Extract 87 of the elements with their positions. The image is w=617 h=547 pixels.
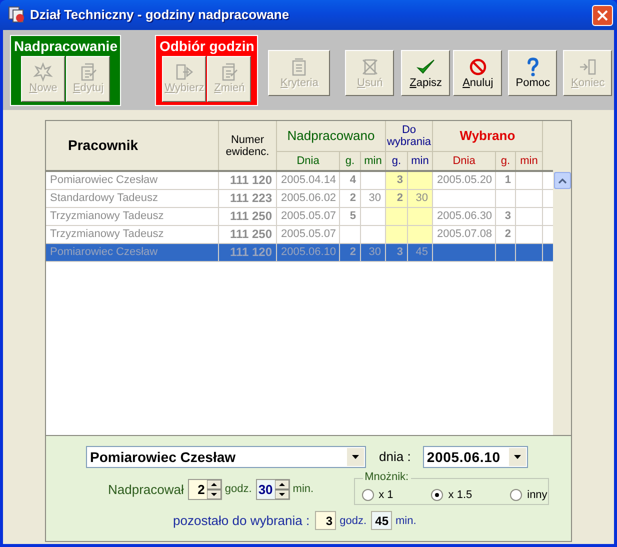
employee-dropdown[interactable]: Pomiarowiec Czesław	[86, 446, 366, 468]
crossed-document-icon	[360, 56, 380, 76]
unit-label: godz.	[224, 482, 252, 498]
table-cell: 1	[504, 174, 511, 186]
table-row[interactable]: Pomiarowiec Czesław 111 120 2005.06.10 2 30 3 45	[46, 244, 553, 262]
toolbar-button[interactable]: Pomoc	[508, 50, 558, 96]
close-icon	[597, 10, 608, 20]
unit-label: min.	[292, 482, 314, 498]
date-dropdown[interactable]: 2005.06.10	[422, 446, 528, 468]
table-cell: 30	[368, 192, 381, 204]
table-cell: 2005.06.02	[281, 192, 336, 204]
group-title: Odbiór godzin	[159, 36, 254, 56]
table-cell: 30	[368, 246, 381, 258]
table-cell: Pomiarowiec Czesław	[50, 246, 158, 258]
column-header: Do wybrania	[386, 121, 433, 151]
spinner-arrows-icon	[274, 480, 289, 499]
prohibited-icon	[468, 56, 488, 76]
scroll-up-button[interactable]	[554, 172, 570, 189]
table-cell: 111 250	[230, 209, 272, 223]
table-cell: 4	[350, 174, 356, 186]
spin-field[interactable]: 2	[188, 479, 222, 500]
radio-option[interactable]: inny	[510, 486, 548, 503]
radio-option[interactable]: x 1	[362, 486, 394, 503]
burst-icon	[33, 62, 54, 82]
table-row[interactable]: Standardowy Tadeusz 111 223 2005.06.02 2 30 2 30	[46, 190, 553, 208]
table-cell: 2005.04.14	[281, 174, 336, 186]
checkmark-icon	[416, 56, 436, 76]
caret-up-icon	[558, 178, 566, 184]
door-arrow-icon	[578, 56, 598, 76]
table-cell: 2	[504, 228, 511, 240]
table-cell: 2	[350, 192, 356, 204]
table-cell: 3	[396, 174, 403, 186]
remaining-hours-field: 3	[314, 511, 336, 530]
spinner-arrows-icon	[206, 480, 221, 499]
remaining-label: pozostało do wybrania :	[173, 512, 310, 530]
table-cell: 30	[416, 192, 428, 204]
radio-button[interactable]	[431, 488, 444, 501]
table-cell: 45	[416, 246, 428, 258]
table-cell: Trzyzmianowy Tadeusz	[50, 228, 164, 240]
table-cell: 5	[350, 210, 356, 222]
remaining-minutes-field: 45	[370, 511, 392, 530]
table-row[interactable]: Pomiarowiec Czesław 111 120 2005.04.14 4 3 2005.05.20 1	[46, 172, 553, 190]
column-header: Pracownik	[46, 121, 219, 170]
unit-label: min.	[396, 514, 416, 528]
column-header: min	[516, 152, 543, 170]
close-button[interactable]	[592, 4, 613, 26]
unit-label: godz.	[340, 514, 367, 528]
table-cell: 2005.06.30	[437, 210, 492, 222]
column-header: Numer ewidenc.	[219, 121, 277, 170]
table-cell: 111 120	[230, 173, 272, 187]
radio-option[interactable]: x 1.5	[431, 486, 472, 503]
date-label: dnia :	[379, 448, 411, 466]
column-header: Dnia	[277, 152, 340, 170]
spin-field[interactable]: 30	[256, 479, 290, 500]
column-header: g.	[386, 152, 408, 170]
document-arrow-icon	[174, 62, 194, 82]
table-cell: 2	[396, 192, 403, 204]
table-cell: 3	[504, 210, 511, 222]
column-header: min	[408, 152, 433, 170]
table-cell: 111 223	[230, 191, 272, 205]
table-cell: 111 120	[230, 245, 272, 259]
table-row[interactable]: Trzyzmianowy Tadeusz 111 250 2005.05.07 5 2005.06.30 3	[46, 208, 553, 226]
table-cell: 2	[350, 246, 356, 258]
table-cell: 2005.07.08	[437, 228, 492, 240]
table-cell: Standardowy Tadeusz	[50, 192, 158, 204]
table-cell: 2005.05.07	[281, 210, 336, 222]
group-title: Nadpracowanie	[14, 36, 118, 56]
table-cell: Trzyzmianowy Tadeusz	[50, 210, 164, 222]
column-header: g.	[496, 152, 516, 170]
table-cell: 2005.05.07	[281, 228, 336, 240]
column-header: Dnia	[433, 152, 496, 170]
radio-button[interactable]	[362, 488, 374, 501]
radio-button[interactable]	[510, 488, 522, 501]
table-cell: Pomiarowiec Czesław	[50, 174, 158, 186]
toolbar-button[interactable]: Anuluj	[453, 50, 502, 96]
app-icon	[8, 6, 26, 24]
column-header: g.	[340, 152, 361, 170]
table-cell: 2005.05.20	[437, 174, 492, 186]
table-cell: 3	[396, 246, 403, 258]
column-header: Nadpracowano	[277, 121, 386, 151]
column-header: Wybrano	[433, 121, 543, 151]
table-cell: 111 250	[230, 227, 272, 241]
column-header: min	[361, 152, 386, 170]
window-title: Dział Techniczny - godziny nadpracowane	[30, 6, 290, 24]
worked-label: Nadpracował	[108, 480, 184, 499]
toolbar-button[interactable]: Zapisz	[401, 50, 450, 96]
table-cell: 2005.06.10	[281, 246, 336, 258]
